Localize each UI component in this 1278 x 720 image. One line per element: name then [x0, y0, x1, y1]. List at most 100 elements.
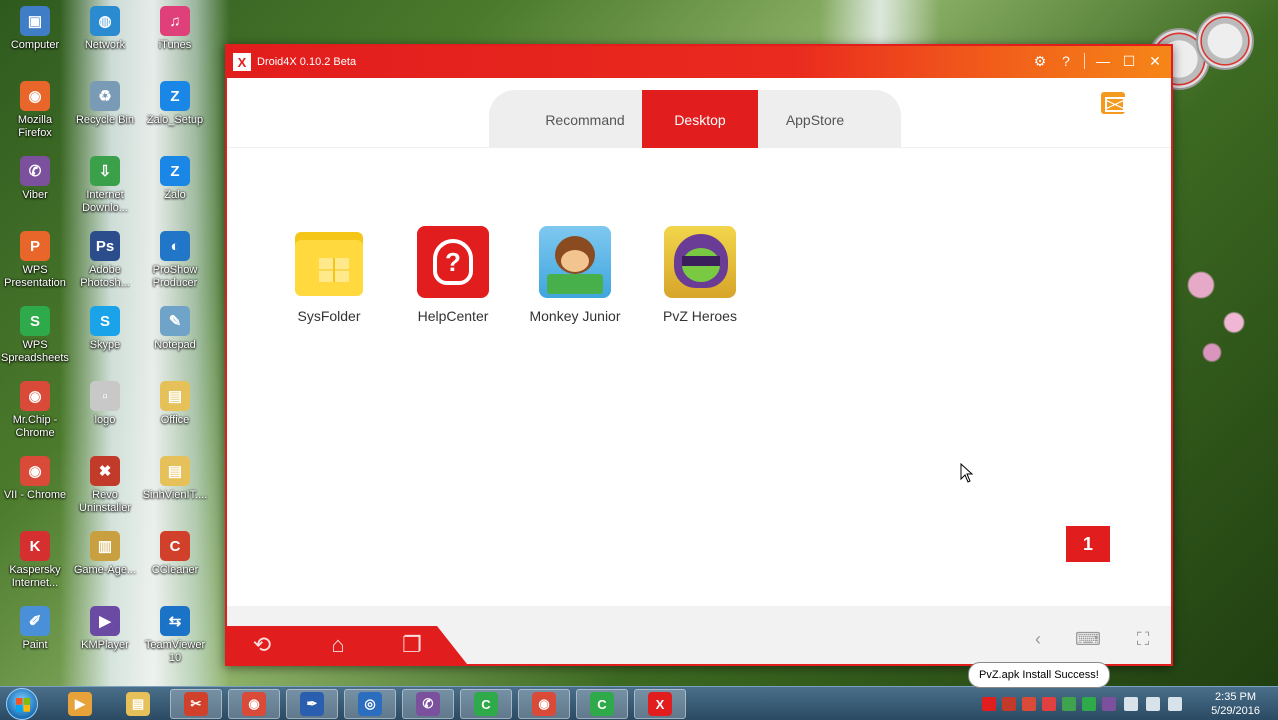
help-icon[interactable]: ? — [1058, 52, 1074, 70]
desktop-app-icon: ⇩ — [90, 156, 120, 186]
taskbar-app-button[interactable]: ✆ — [402, 689, 454, 719]
desktop-app-icon: ⇆ — [160, 606, 190, 636]
desktop-icon[interactable]: ◉ Mozilla Firefox — [0, 81, 70, 140]
tab-desktop[interactable]: Desktop — [642, 90, 758, 149]
tab-appstore[interactable]: AppStore — [757, 90, 873, 149]
desktop-icon[interactable]: ⇆ TeamViewer 10 — [140, 606, 210, 665]
desktop-icon[interactable]: ◍ Network — [70, 6, 140, 52]
tray-mail-icon[interactable] — [1022, 697, 1036, 711]
keyboard-icon[interactable]: ⌨ — [1075, 628, 1101, 650]
desktop-icon-label: KMPlayer — [81, 639, 129, 651]
desktop-icon[interactable]: K Kaspersky Internet... — [0, 531, 70, 590]
droid4x-window: X Droid4X 0.10.2 Beta ⚙ ? — ☐ ✕ Recomman… — [225, 44, 1173, 666]
desktop-icon[interactable]: ◉ VII - Chrome — [0, 456, 70, 502]
tray-v-icon[interactable] — [1002, 697, 1016, 711]
fullscreen-icon[interactable]: ⛶ — [1132, 628, 1154, 650]
maximize-button[interactable]: ☐ — [1121, 52, 1137, 70]
ram-gauge-widget[interactable] — [1196, 12, 1254, 70]
app-helpcenter[interactable]: ? HelpCenter — [398, 226, 508, 324]
tray-update-icon[interactable] — [1082, 697, 1096, 711]
desktop-icon[interactable]: Ps Adobe Photosh... — [70, 231, 140, 290]
taskbar-app-button[interactable]: ▶ — [54, 689, 106, 719]
desktop-icon[interactable]: P WPS Presentation — [0, 231, 70, 290]
desktop-app-icon: ✖ — [90, 456, 120, 486]
desktop-icon[interactable]: ✖ Revo Uninstaller — [70, 456, 140, 515]
desktop-icon-label: Revo Uninstaller — [79, 489, 131, 514]
tray-flag-icon[interactable] — [1168, 697, 1182, 711]
taskbar-clock[interactable]: 2:35 PM 5/29/2016 — [1211, 690, 1260, 718]
desktop-icon[interactable]: ♫ iTunes — [140, 6, 210, 52]
close-button[interactable]: ✕ — [1147, 52, 1163, 70]
desktop-icon-label: logo — [94, 414, 116, 426]
desktop-icon-label: Computer — [10, 39, 60, 51]
desktop-icon[interactable]: ✆ Viber — [0, 156, 70, 202]
tab-recommand[interactable]: Recommand — [527, 90, 643, 149]
desktop-icon-label: SinhVienIT.... — [142, 489, 208, 501]
settings-gear-icon[interactable]: ⚙ — [1032, 52, 1048, 70]
desktop-icon[interactable]: ▫ logo — [70, 381, 140, 427]
taskbar-app-button[interactable]: C — [576, 689, 628, 719]
tray-volume-icon[interactable] — [1124, 697, 1138, 711]
mail-icon[interactable] — [1101, 92, 1125, 114]
desktop-icon[interactable]: ◉ Mr.Chip - Chrome — [0, 381, 70, 440]
chevron-left-icon[interactable]: ‹ — [1027, 628, 1049, 650]
desktop-icon[interactable]: ✐ Paint — [0, 606, 70, 652]
start-button[interactable] — [6, 688, 38, 720]
desktop-app-icon: ▤ — [160, 456, 190, 486]
desktop-icon[interactable]: ▤ SinhVienIT.... — [140, 456, 210, 502]
taskbar-app-icon: ▶ — [68, 692, 92, 716]
desktop-icon-label: CCleaner — [151, 564, 199, 576]
desktop-icon[interactable]: Z Zalo_Setup — [140, 81, 210, 127]
install-success-toast: PvZ.apk Install Success! — [968, 662, 1110, 688]
window-titlebar[interactable]: X Droid4X 0.10.2 Beta ⚙ ? — ☐ ✕ — [227, 46, 1171, 78]
desktop-icon-label: Mozilla Firefox — [17, 114, 53, 139]
desktop-app-icon: S — [90, 306, 120, 336]
desktop-icon[interactable]: C CCleaner — [140, 531, 210, 577]
app-label: HelpCenter — [417, 308, 489, 324]
window-title: Droid4X 0.10.2 Beta — [257, 56, 357, 68]
page-indicator[interactable]: 1 — [1066, 526, 1110, 562]
desktop-icon[interactable]: S WPS Spreadsheets — [0, 306, 70, 365]
tray-network-icon[interactable] — [1062, 697, 1076, 711]
desktop-icon-label: iTunes — [158, 39, 192, 51]
desktop-icon[interactable]: ◐ ProShow Producer — [140, 231, 210, 290]
taskbar-app-button[interactable]: C — [460, 689, 512, 719]
desktop-icon-label: Viber — [22, 189, 48, 201]
taskbar-app-button[interactable]: X — [634, 689, 686, 719]
desktop-icon[interactable]: ▣ Computer — [0, 6, 70, 52]
minimize-button[interactable]: — — [1095, 52, 1111, 70]
app-pvz-heroes[interactable]: PvZ Heroes — [645, 226, 755, 324]
taskbar-app-button[interactable]: ◎ — [344, 689, 396, 719]
desktop-icon-label: Network — [84, 39, 126, 51]
taskbar-app-button[interactable]: ▤ — [112, 689, 164, 719]
app-sysfolder[interactable]: SysFolder — [274, 226, 384, 324]
desktop-icon[interactable]: ⇩ Internet Downlo... — [70, 156, 140, 215]
back-icon[interactable]: ⟲ — [247, 632, 277, 658]
desktop-icon[interactable]: ♻ Recycle Bin — [70, 81, 140, 127]
desktop-app-icon: Ps — [90, 231, 120, 261]
desktop-icon-label: Adobe Photosh... — [80, 264, 130, 289]
taskbar-app-button[interactable]: ✒ — [286, 689, 338, 719]
desktop-icon[interactable]: ▥ Game-Age... — [70, 531, 140, 577]
taskbar-app-button[interactable]: ✂ — [170, 689, 222, 719]
desktop-icon[interactable]: Z Zalo — [140, 156, 210, 202]
desktop-icon-label: Office — [160, 414, 190, 426]
desktop-icon[interactable]: ▶ KMPlayer — [70, 606, 140, 652]
taskbar-app-button[interactable]: ◉ — [518, 689, 570, 719]
tray-viber-icon[interactable] — [1102, 697, 1116, 711]
desktop-icon-label: TeamViewer 10 — [144, 639, 206, 664]
folder-icon — [293, 226, 365, 298]
desktop-content-area — [227, 148, 1171, 608]
recents-icon[interactable]: ❐ — [397, 632, 427, 658]
desktop-icon[interactable]: ▤ Office — [140, 381, 210, 427]
tray-app-icon[interactable] — [1042, 697, 1056, 711]
desktop-icon[interactable]: S Skype — [70, 306, 140, 352]
tray-battery-icon[interactable] — [1146, 697, 1160, 711]
desktop-icon-label: Recycle Bin — [75, 114, 135, 126]
home-icon[interactable]: ⌂ — [323, 632, 353, 658]
desktop-icon[interactable]: ✎ Notepad — [140, 306, 210, 352]
app-monkey-junior[interactable]: Monkey Junior — [520, 226, 630, 324]
taskbar-app-button[interactable]: ◉ — [228, 689, 280, 719]
tray-droid4x-icon[interactable] — [982, 697, 996, 711]
desktop-app-icon: C — [160, 531, 190, 561]
